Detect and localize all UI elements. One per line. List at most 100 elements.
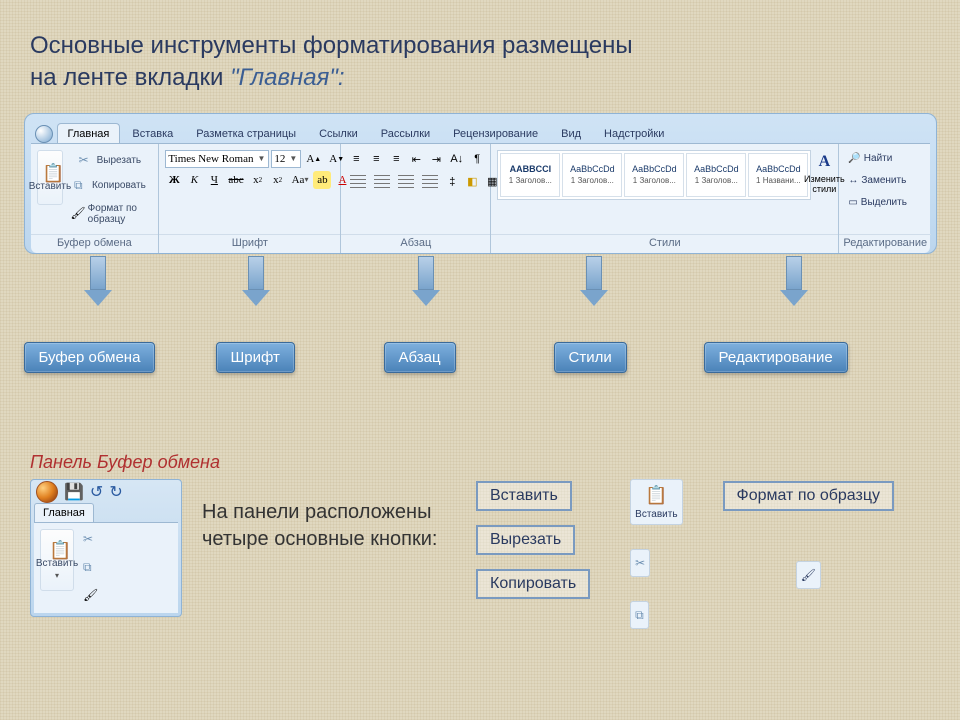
mini-paste-button[interactable]: Вставить ▾ [40,529,74,591]
style-item[interactable]: AABBCCI1 Заголов... [500,153,560,197]
format-icon-demo [796,561,821,589]
group-label-styles: Стили [491,234,838,253]
cut-button[interactable]: Вырезать [67,150,152,172]
show-marks-button[interactable]: ¶ [468,150,486,168]
line-spacing-button[interactable]: ‡ [443,173,461,191]
label-paste: Вставить [476,481,572,511]
subscript-button[interactable]: x2 [249,171,267,189]
italic-button[interactable]: К [185,171,203,189]
increase-indent-button[interactable]: ⇥ [427,150,445,169]
group-clipboard: Вставить Вырезать Копировать Формат по о… [31,144,160,253]
align-center-button[interactable] [371,172,393,192]
bullets-button[interactable]: ≡ [347,150,365,168]
arrow-icon [412,256,440,306]
style-item[interactable]: AaBbCcDd1 Заголов... [624,153,684,197]
word-ribbon: Главная Вставка Разметка страницы Ссылки… [24,113,937,254]
undo-icon[interactable]: ↺ [90,482,103,502]
arrow-row [24,254,937,342]
panel-section-title: Панель Буфер обмена [30,452,930,473]
save-icon[interactable]: 💾 [64,482,84,502]
ribbon-tabstrip: Главная Вставка Разметка страницы Ссылки… [31,120,930,144]
font-name-combo[interactable]: Times New Roman▼ [165,150,269,168]
copy-button[interactable]: Копировать [67,175,152,197]
arrow-icon [242,256,270,306]
multilevel-button[interactable]: ≡ [387,150,405,168]
scissors-icon [79,153,95,169]
redo-icon[interactable]: ↻ [109,482,122,502]
brush-icon [83,588,99,604]
change-styles-button[interactable]: A Изменить стили [815,150,833,197]
mini-clipboard-panel: 💾 ↺ ↻ Главная Вставить ▾ [30,479,182,617]
find-icon: 🔎 [848,153,860,164]
bold-button[interactable]: Ж [165,171,183,189]
tab-insert[interactable]: Вставка [121,123,184,143]
paste-button[interactable]: Вставить [37,150,64,205]
copy-icon [74,178,90,194]
label-copy: Копировать [476,569,590,599]
align-left-button[interactable] [347,172,369,192]
copy-icon-demo [630,601,649,629]
label-format: Формат по образцу [723,481,894,511]
copy-icon [635,606,644,624]
clipboard-icon [49,540,65,556]
superscript-button[interactable]: x2 [269,171,287,189]
styles-gallery[interactable]: AABBCCI1 Заголов... AaBbCcDd1 Заголов...… [497,150,811,200]
mini-format-button[interactable] [80,585,102,607]
brush-icon [70,206,85,222]
shading-button[interactable]: ◧ [463,172,481,191]
select-icon: ▭ [848,197,857,208]
tab-mailings[interactable]: Рассылки [370,123,441,143]
mini-tab-home[interactable]: Главная [34,503,94,522]
brush-icon [801,566,816,584]
clipboard-icon [645,484,667,507]
strike-button[interactable]: abc [225,171,246,189]
callout-clipboard: Буфер обмена [24,342,156,373]
font-size-combo[interactable]: 12▼ [271,150,301,168]
tab-home[interactable]: Главная [57,123,121,143]
align-right-button[interactable] [395,172,417,192]
replace-icon: ↔ [848,175,858,186]
find-button[interactable]: 🔎Найти [845,150,895,168]
numbering-button[interactable]: ≡ [367,150,385,168]
scissors-icon [635,554,645,572]
mini-copy-button[interactable] [80,557,102,579]
tab-review[interactable]: Рецензирование [442,123,549,143]
tab-view[interactable]: Вид [550,123,592,143]
decrease-indent-button[interactable]: ⇤ [407,150,425,169]
office-button-icon[interactable] [36,481,58,503]
copy-icon [83,560,99,576]
replace-button[interactable]: ↔Заменить [845,172,909,190]
group-label-paragraph: Абзац [341,234,490,253]
group-label-editing: Редактирование [839,234,931,253]
pill-row: Буфер обмена Шрифт Абзац Стили Редактиро… [24,342,937,382]
clipboard-icon [42,163,58,179]
underline-button[interactable]: Ч [205,171,223,189]
grow-font-button[interactable]: A▲ [303,150,324,168]
callout-font: Шрифт [216,342,295,373]
group-styles: AABBCCI1 Заголов... AaBbCcDd1 Заголов...… [491,144,839,253]
group-label-clipboard: Буфер обмена [31,234,159,253]
tab-page-layout[interactable]: Разметка страницы [185,123,307,143]
format-painter-button[interactable]: Формат по образцу [67,200,152,228]
arrow-icon [580,256,608,306]
highlight-button[interactable]: ab [313,171,331,189]
tab-references[interactable]: Ссылки [308,123,369,143]
arrow-icon [84,256,112,306]
mini-cut-button[interactable] [80,529,102,551]
cut-icon-demo [630,549,650,577]
office-orb-icon[interactable] [35,125,53,143]
style-item[interactable]: AaBbCcDd1 Заголов... [686,153,746,197]
style-item[interactable]: AaBbCcDd1 Заголов... [562,153,622,197]
arrow-icon [780,256,808,306]
intro-text: Основные инструменты форматирования разм… [0,0,960,103]
justify-button[interactable] [419,172,441,192]
group-font: Times New Roman▼ 12▼ A▲ A▼ Ж К Ч abc x2 … [159,144,341,253]
change-case-button[interactable]: Aa▾ [289,171,312,189]
paste-icon-demo: Вставить [630,479,682,525]
tab-addins[interactable]: Надстройки [593,123,675,143]
sort-button[interactable]: A↓ [447,150,466,168]
callout-editing: Редактирование [704,342,848,373]
select-button[interactable]: ▭Выделить [845,194,910,212]
style-item[interactable]: AaBbCcDd1 Названи... [748,153,808,197]
group-paragraph: ≡ ≡ ≡ ⇤ ⇥ A↓ ¶ ‡ ◧ ▦ Абзац [341,144,491,253]
